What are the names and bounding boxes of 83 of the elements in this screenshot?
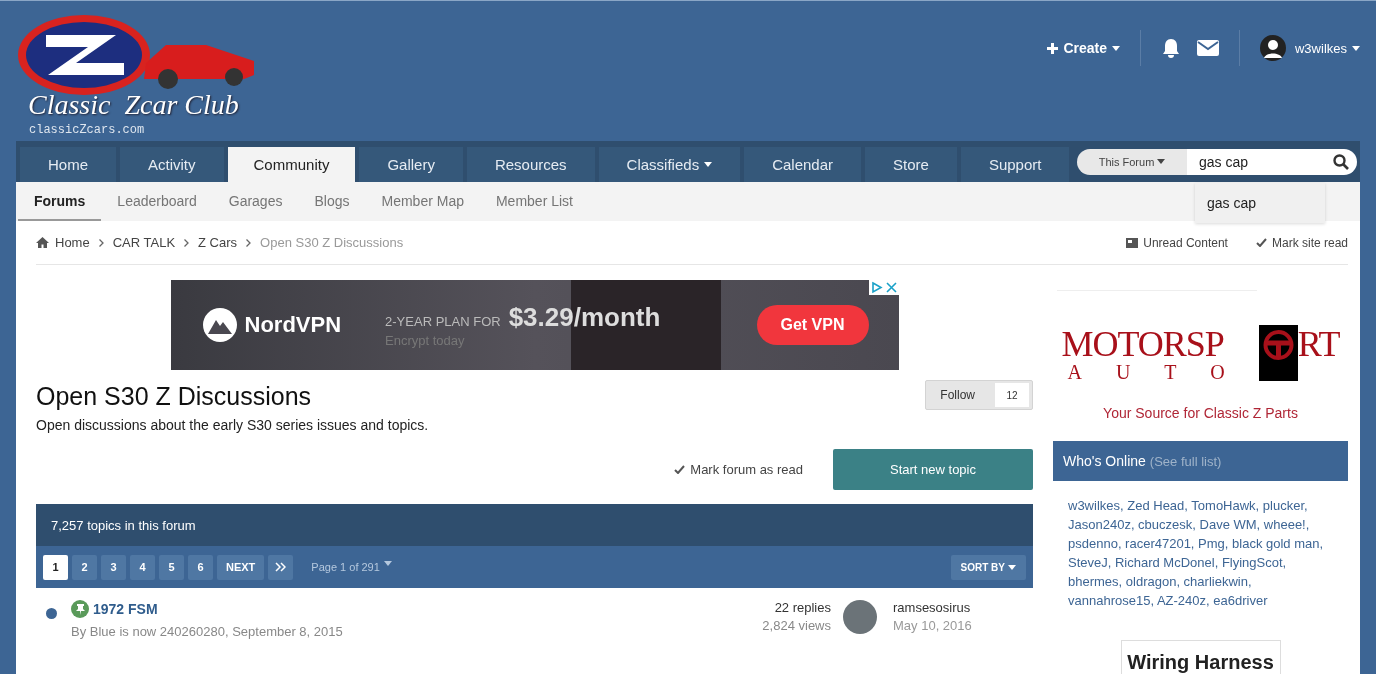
page-button[interactable]: 2 (72, 554, 97, 580)
sponsor-tagline-link[interactable]: Your Source for Classic Z Parts (1103, 405, 1298, 421)
subnav-tab[interactable]: Member Map (365, 182, 480, 221)
ad-plan-text: 2-YEAR PLAN FOR (385, 314, 501, 329)
search-icon[interactable] (1333, 153, 1349, 170)
plus-icon (1047, 42, 1059, 54)
page-button[interactable]: 4 (130, 554, 155, 580)
subnav-tab[interactable]: Garages (212, 182, 299, 221)
breadcrumb-link[interactable]: CAR TALK (112, 235, 176, 250)
chevron-icon (184, 238, 190, 247)
nav-tab[interactable]: Calendar (744, 147, 861, 182)
forum-description: Open discussions about the early S30 series issues and topics. (36, 417, 429, 433)
avatar-icon (1260, 35, 1286, 61)
nav-tab[interactable]: Activity (120, 147, 224, 182)
page-button[interactable]: 1 (43, 554, 68, 580)
caret-icon (1112, 45, 1120, 51)
widget-title: Who's Online (1063, 453, 1146, 469)
mark-site-read-link[interactable]: Mark site read (1255, 235, 1348, 250)
nav-tab[interactable]: Store (865, 147, 957, 182)
logo-title: Classic Zcar Club (28, 89, 239, 121)
newspaper-icon (1126, 237, 1139, 248)
last-page-button[interactable] (268, 554, 294, 580)
topic-title-link[interactable]: 1972 FSM (93, 601, 158, 617)
nav-tab[interactable]: Gallery (359, 147, 463, 182)
subnav-tab[interactable]: Leaderboard (101, 182, 213, 221)
double-chevron-icon (275, 562, 287, 572)
subnav-tab[interactable]: Blogs (298, 182, 366, 221)
search-suggestion[interactable]: gas cap (1195, 182, 1325, 223)
breadcrumb-link[interactable]: Home (55, 235, 90, 250)
sponsor-logo-subtext: AUTO (1067, 363, 1259, 381)
page-button[interactable]: 3 (101, 554, 126, 580)
ad-cta-button[interactable]: Get VPN (756, 305, 869, 345)
create-menu[interactable]: Create (1027, 40, 1140, 56)
forum-title: Open S30 Z Discussions (36, 382, 313, 411)
nav-tab[interactable]: Home (20, 147, 116, 182)
view-count: 2,824 views (762, 618, 831, 633)
sponsor-logo-text: MOTORSP (1061, 325, 1225, 363)
caret-icon (1157, 159, 1166, 164)
reply-count: 22 replies (774, 600, 831, 615)
chevron-icon (98, 238, 104, 247)
sponsor-logo[interactable]: MOTORSP AUTO RT (1053, 325, 1348, 381)
sponsor-logo-text: RT (1297, 325, 1340, 363)
mark-forum-read-link[interactable]: Mark forum as read (674, 462, 803, 477)
nav-tab[interactable]: Classifieds (598, 147, 741, 182)
search-scope-dropdown[interactable]: This Forum (1077, 148, 1187, 175)
check-icon (1255, 238, 1267, 247)
page-button[interactable]: 6 (188, 554, 213, 580)
subnav-tab[interactable]: Member List (479, 182, 589, 221)
caret-icon (1008, 564, 1016, 570)
ad-brand: NordVPN (244, 312, 342, 338)
check-icon (674, 465, 686, 474)
caret-icon (383, 561, 392, 566)
ad-headline: Wiring Harness (1127, 651, 1274, 674)
user-menu[interactable]: w3wilkes (1240, 35, 1360, 61)
nav-tab[interactable]: Support (960, 147, 1070, 182)
breadcrumb-link[interactable]: Z Cars (198, 235, 238, 250)
ad-price: $3.29/month (508, 302, 661, 333)
mountain-logo-icon (202, 308, 237, 342)
page-jump-dropdown[interactable]: Page 1 of 291 (311, 561, 392, 573)
sort-by-button[interactable]: SORT BY (950, 554, 1026, 580)
start-new-topic-button[interactable]: Start new topic (833, 449, 1033, 490)
follow-button[interactable]: Follow 12 (925, 380, 1033, 410)
next-page-button[interactable]: NEXT (217, 554, 265, 580)
steering-wheel-icon (1258, 325, 1298, 381)
last-post-date: May 10, 2016 (893, 618, 973, 633)
subnav-tab[interactable]: Forums (18, 182, 102, 221)
last-poster-link[interactable]: ramsesosirus (893, 600, 1023, 615)
avatar-placeholder (843, 600, 877, 634)
page-button[interactable]: 5 (159, 554, 184, 580)
nav-tab[interactable]: Resources (466, 147, 595, 182)
nav-tab[interactable]: Community (227, 147, 356, 182)
advertisement-banner[interactable]: Wiring Harness (1120, 640, 1281, 674)
online-users-list[interactable]: w3wilkes, Zed Head, TomoHawk, plucker, Jason240z, cbuczesk, Dave WM, wheee!, psdenno, racer47201, Pmg, black gold man, SteveJ, Richard McDonel, FlyingScot, bhermes, oldragon, charliekwin, vannahrose15, AZ-240z, ea6driver (1053, 481, 1348, 610)
logo-url: classicZcars.com (29, 123, 145, 137)
topic-author-line: By Blue is now 240260280, September 8, 2015 (71, 624, 344, 639)
chevron-icon (246, 238, 252, 247)
topic-count-header: 7,257 topics in this forum (36, 504, 1033, 546)
follower-count: 12 (995, 383, 1029, 407)
caret-icon (1352, 45, 1360, 51)
search-field[interactable]: gas cap (1187, 148, 1357, 175)
unread-content-link[interactable]: Unread Content (1126, 235, 1228, 250)
home-icon (36, 237, 49, 248)
site-logo[interactable]: Classic Zcar Club classicZcars.com (16, 13, 262, 139)
